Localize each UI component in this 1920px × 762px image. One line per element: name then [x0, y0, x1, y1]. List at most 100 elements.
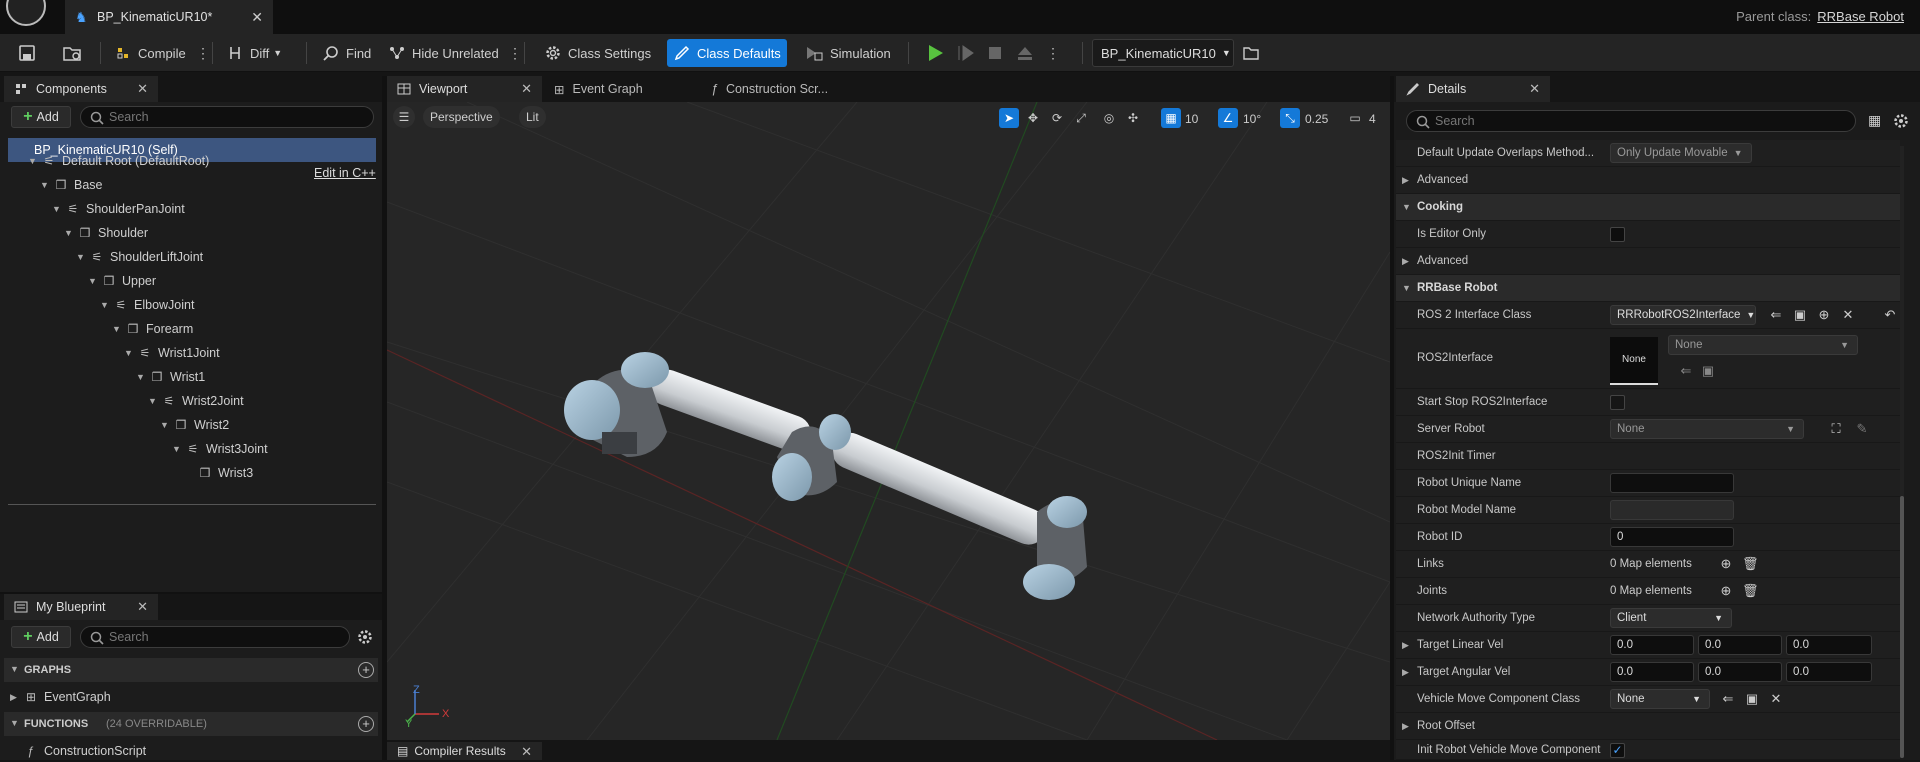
chevron-down-icon[interactable]: ▼	[136, 372, 146, 382]
chevron-down-icon[interactable]: ▼	[112, 324, 122, 334]
target-linear-vel-x[interactable]: 0.0	[1610, 635, 1694, 655]
component-item[interactable]: ▼ ❒ Base	[40, 174, 103, 196]
document-tab[interactable]: ♞ BP_KinematicUR10* ✕	[65, 0, 273, 34]
chevron-right-icon[interactable]: ▶	[1402, 667, 1409, 678]
close-icon[interactable]: ✕	[521, 81, 532, 97]
tab-details[interactable]: Details ✕	[1396, 76, 1550, 102]
server-robot-dropdown[interactable]: None ▼	[1610, 419, 1804, 439]
close-icon[interactable]: ✕	[137, 81, 148, 97]
edit-in-cpp-link[interactable]: Edit in C++	[314, 166, 376, 180]
find-button[interactable]: Find	[316, 39, 377, 67]
property-matrix-icon[interactable]: ▦	[1868, 112, 1884, 128]
close-icon[interactable]: ✕	[1529, 81, 1540, 97]
select-mode-icon[interactable]: ➤	[999, 108, 1019, 128]
event-graph-item[interactable]: ▶ ⊞ EventGraph	[10, 686, 111, 708]
robot-model-name-field[interactable]	[1610, 500, 1734, 520]
save-button[interactable]	[12, 39, 48, 67]
chevron-down-icon[interactable]: ▼	[76, 252, 86, 262]
component-item[interactable]: ▼ ⚟ Wrist2Joint	[148, 390, 244, 412]
details-settings-gear-icon[interactable]	[1892, 112, 1910, 130]
browse-folder-icon[interactable]: ▣	[1792, 307, 1808, 323]
chevron-down-icon[interactable]: ▼	[52, 204, 62, 214]
component-item[interactable]: ▼ ❒ Wrist1	[136, 366, 205, 388]
add-member-button[interactable]: + Add	[11, 626, 71, 648]
eject-button[interactable]	[1010, 39, 1046, 67]
component-item[interactable]: ▼ ⚟ Wrist1Joint	[124, 342, 220, 364]
category-rrbase-robot[interactable]: ▼ RRBase Robot	[1396, 275, 1900, 302]
debug-object-dropdown[interactable]: BP_KinematicUR10 ▼	[1092, 39, 1234, 67]
add-component-button[interactable]: + Add	[11, 106, 71, 128]
grid-snap-icon[interactable]: ▦	[1161, 108, 1181, 128]
chevron-down-icon[interactable]: ▼	[160, 420, 170, 430]
is-editor-only-checkbox[interactable]	[1610, 227, 1625, 242]
class-settings-button[interactable]: Class Settings	[538, 39, 657, 67]
target-linear-vel-z[interactable]: 0.0	[1786, 635, 1872, 655]
translate-icon[interactable]: ✥	[1023, 108, 1043, 128]
my-blueprint-search-input[interactable]: Search	[80, 626, 350, 648]
use-selected-icon[interactable]: ⇐	[1768, 307, 1784, 323]
play-options-icon[interactable]: ⋮	[1046, 43, 1060, 63]
add-icon[interactable]: ⊕	[1816, 307, 1832, 323]
chevron-down-icon[interactable]: ▼	[28, 156, 38, 166]
compile-options-icon[interactable]: ⋮	[196, 43, 210, 63]
robot-id-field[interactable]: 0	[1610, 527, 1734, 547]
ros2interface-dropdown[interactable]: None ▼	[1668, 335, 1858, 355]
start-stop-checkbox[interactable]	[1610, 395, 1625, 410]
close-icon[interactable]: ✕	[251, 9, 263, 26]
init-robot-vehicle-checkbox[interactable]: ✓	[1610, 743, 1625, 758]
use-selected-icon[interactable]: ⇐	[1678, 363, 1694, 379]
component-item[interactable]: ▼ ❒ Shoulder	[64, 222, 148, 244]
row-advanced-1[interactable]: ▶ Advanced	[1396, 167, 1900, 194]
rotate-icon[interactable]: ⟳	[1047, 108, 1067, 128]
scale-icon[interactable]: ⤢	[1071, 108, 1091, 128]
compile-button[interactable]: Compile	[108, 39, 192, 67]
add-element-icon[interactable]: ⊕	[1718, 556, 1734, 572]
chevron-down-icon[interactable]: ▼	[64, 228, 74, 238]
reset-to-default-icon[interactable]: ↶	[1882, 307, 1898, 323]
target-angular-vel-z[interactable]: 0.0	[1786, 662, 1872, 682]
target-angular-vel-y[interactable]: 0.0	[1698, 662, 1782, 682]
tab-components[interactable]: Components ✕	[4, 76, 158, 102]
target-angular-vel-x[interactable]: 0.0	[1610, 662, 1694, 682]
chevron-down-icon[interactable]: ▼	[172, 444, 182, 454]
graphs-section-header[interactable]: ▼ GRAPHS +	[4, 658, 378, 682]
details-scrollbar[interactable]	[1900, 146, 1904, 758]
details-search-input[interactable]: Search	[1406, 110, 1856, 132]
component-item[interactable]: ▼ ❒ Wrist2	[160, 414, 229, 436]
add-element-icon[interactable]: ⊕	[1718, 583, 1734, 599]
target-select-icon[interactable]: ⛶	[1828, 421, 1844, 437]
tab-compiler-results[interactable]: ▤ Compiler Results ✕	[387, 742, 542, 760]
lit-button[interactable]: Lit	[519, 106, 546, 128]
default-update-overlaps-dropdown[interactable]: Only Update Movable ▼	[1610, 143, 1752, 163]
world-local-icon[interactable]: ◎	[1099, 108, 1119, 128]
target-linear-vel-y[interactable]: 0.0	[1698, 635, 1782, 655]
component-item[interactable]: ▼ ❒ Forearm	[112, 318, 193, 340]
component-item[interactable]: ▼ ⚟ ShoulderPanJoint	[52, 198, 185, 220]
camera-speed-value[interactable]: 4	[1369, 112, 1376, 126]
network-authority-dropdown[interactable]: Client ▼	[1610, 608, 1732, 628]
browse-folder-icon[interactable]: ▣	[1700, 363, 1716, 379]
components-search-input[interactable]: Search	[80, 106, 374, 128]
tab-construction-script[interactable]: ƒ Construction Scr...	[701, 76, 851, 102]
browse-button[interactable]	[56, 39, 94, 67]
camera-speed-icon[interactable]: ▭	[1345, 108, 1365, 128]
functions-section-header[interactable]: ▼ FUNCTIONS (24 OVERRIDABLE) +	[4, 712, 378, 736]
grid-snap-value[interactable]: 10	[1185, 112, 1198, 126]
hide-unrelated-button[interactable]: Hide Unrelated	[382, 39, 505, 67]
category-cooking[interactable]: ▼ Cooking	[1396, 194, 1900, 221]
unreal-logo-icon[interactable]	[6, 0, 46, 26]
diff-button[interactable]: Diff ▼	[222, 39, 288, 67]
component-item[interactable]: ▼ ⚟ ShoulderLiftJoint	[76, 246, 203, 268]
chevron-down-icon[interactable]: ▼	[88, 276, 98, 286]
vehicle-move-class-dropdown[interactable]: None ▼	[1610, 689, 1710, 709]
tab-my-blueprint[interactable]: My Blueprint ✕	[4, 594, 158, 620]
component-item[interactable]: ❒ Wrist3	[184, 462, 254, 484]
scrollbar-thumb[interactable]	[1900, 496, 1904, 758]
scale-snap-value[interactable]: 0.25	[1305, 112, 1328, 126]
robot-unique-name-field[interactable]	[1610, 473, 1734, 493]
close-icon[interactable]: ✕	[521, 744, 532, 760]
add-graph-icon[interactable]: +	[358, 662, 374, 678]
viewport-menu-icon[interactable]: ☰	[393, 106, 415, 128]
viewport-3d[interactable]: ☰ Perspective Lit ➤ ✥ ⟳ ⤢ ◎ ✣ ▦ 10 ∠ 10°…	[387, 102, 1390, 740]
construction-script-item[interactable]: ƒ ConstructionScript	[24, 740, 146, 762]
